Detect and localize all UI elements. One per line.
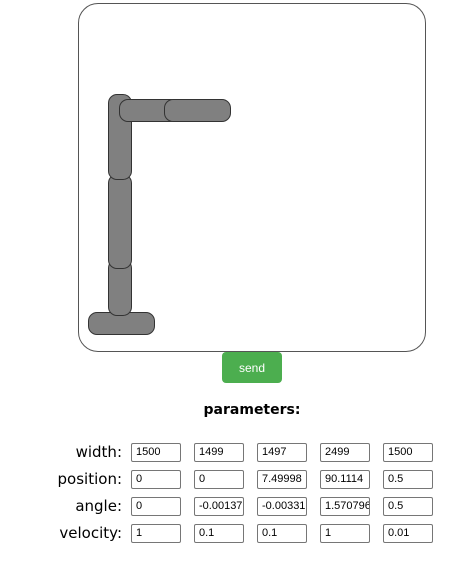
angle-field-1[interactable]: 0	[131, 497, 181, 516]
width-field-1[interactable]: 1500	[131, 443, 181, 462]
velocity-field-4[interactable]: 1	[320, 524, 370, 543]
position-field-4[interactable]: 90.1114	[320, 470, 370, 489]
velocity-field-3[interactable]: 0.1	[257, 524, 307, 543]
width-field-3[interactable]: 1497	[257, 443, 307, 462]
velocity-field-5[interactable]: 0.01	[383, 524, 433, 543]
width-label: width:	[75, 443, 122, 461]
velocity-label: velocity:	[59, 524, 122, 542]
arm-segment-2	[108, 174, 132, 269]
width-field-4[interactable]: 2499	[320, 443, 370, 462]
position-field-1[interactable]: 0	[131, 470, 181, 489]
position-field-3[interactable]: 7.49998	[257, 470, 307, 489]
parameters-heading: parameters:	[203, 402, 301, 418]
angle-field-5[interactable]: 0.5	[383, 497, 433, 516]
simulation-canvas	[78, 3, 426, 352]
arm-segment-5	[164, 99, 231, 122]
position-field-5[interactable]: 0.5	[383, 470, 433, 489]
angle-field-2[interactable]: -0.00137	[194, 497, 244, 516]
velocity-field-2[interactable]: 0.1	[194, 524, 244, 543]
width-field-2[interactable]: 1499	[194, 443, 244, 462]
position-field-2[interactable]: 0	[194, 470, 244, 489]
angle-field-4[interactable]: 1.570796	[320, 497, 370, 516]
angle-label: angle:	[75, 497, 122, 515]
position-label: position:	[57, 470, 122, 488]
angle-field-3[interactable]: -0.00331	[257, 497, 307, 516]
send-button[interactable]: send	[222, 352, 282, 383]
width-field-5[interactable]: 1500	[383, 443, 433, 462]
velocity-field-1[interactable]: 1	[131, 524, 181, 543]
